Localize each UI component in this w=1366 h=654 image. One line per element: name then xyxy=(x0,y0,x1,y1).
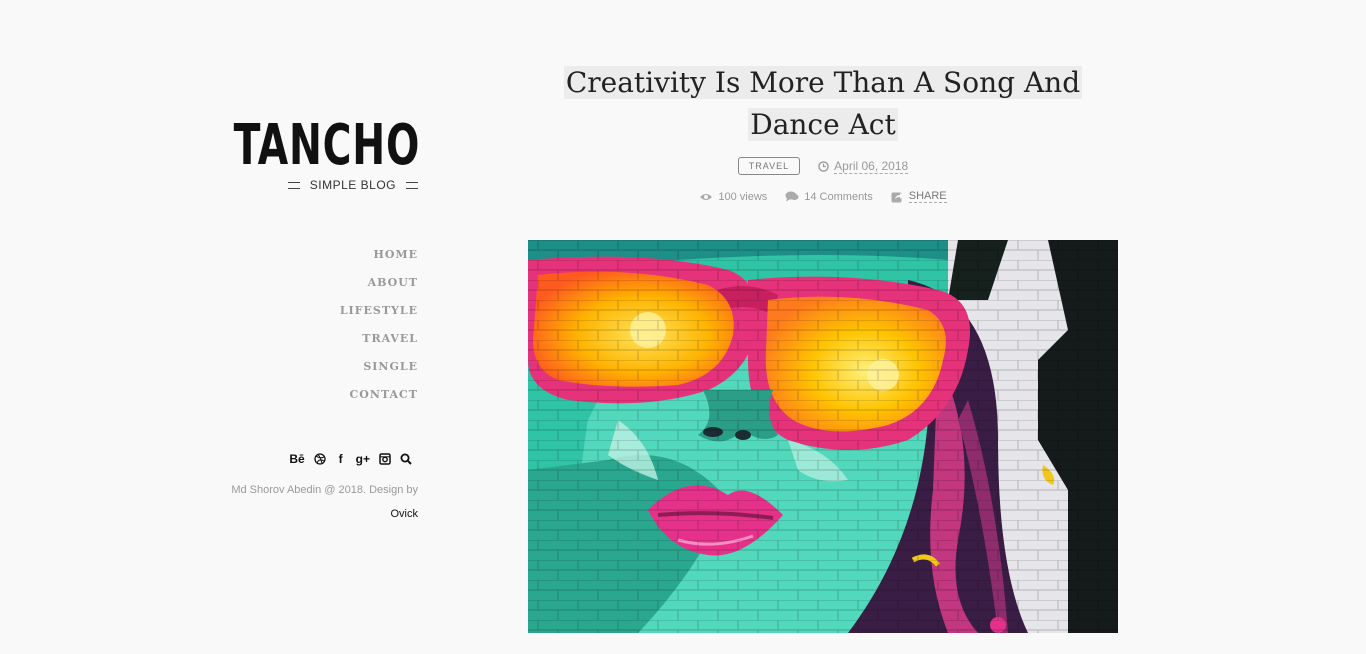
nav-travel[interactable]: TRAVEL xyxy=(340,330,418,358)
post-title-wrap: Creativity Is More Than A Song And Dance… xyxy=(528,62,1118,146)
behance-icon[interactable]: Bē xyxy=(289,452,304,466)
post-meta-secondary: 100 views 14 Comments SHARE xyxy=(528,190,1118,203)
comments-count[interactable]: 14 Comments xyxy=(785,191,873,203)
views-count: 100 views xyxy=(699,191,767,203)
tagline-text: SIMPLE BLOG xyxy=(309,178,396,192)
credit-text: Md Shorov Abedin @ 2018. Design by xyxy=(231,484,418,496)
nav-contact[interactable]: CONTACT xyxy=(340,386,418,414)
post-meta-primary: TRAVEL April 06, 2018 xyxy=(528,157,1118,175)
nav-lifestyle[interactable]: LIFESTYLE xyxy=(340,302,418,330)
nav-about[interactable]: ABOUT xyxy=(340,274,418,302)
tagline-dash-left xyxy=(287,181,300,189)
post-date-text[interactable]: April 06, 2018 xyxy=(834,159,909,174)
share-action[interactable]: SHARE xyxy=(891,190,947,203)
sidebar: TANCHO SIMPLE BLOG HOME ABOUT LIFESTYLE … xyxy=(200,0,420,654)
post-title[interactable]: Creativity Is More Than A Song And Dance… xyxy=(563,66,1083,141)
social-links: Bē f g+ xyxy=(289,452,412,466)
credit-author-link[interactable]: Ovick xyxy=(231,502,419,526)
main-nav: HOME ABOUT LIFESTYLE TRAVEL SINGLE CONTA… xyxy=(340,246,418,414)
site-tagline: SIMPLE BLOG xyxy=(287,178,418,192)
eye-icon xyxy=(700,193,713,200)
search-icon[interactable] xyxy=(400,453,412,465)
nav-single[interactable]: SINGLE xyxy=(340,358,418,386)
tagline-dash-right xyxy=(406,181,418,189)
instagram-icon[interactable] xyxy=(379,453,391,465)
post-featured-image xyxy=(528,240,1118,633)
graffiti-artwork xyxy=(528,240,1118,633)
footer-credit: Md Shorov Abedin @ 2018. Design by Ovick xyxy=(231,478,418,526)
site-logo[interactable]: TANCHO xyxy=(233,114,420,178)
nav-home[interactable]: HOME xyxy=(340,246,418,274)
clock-icon xyxy=(818,160,829,172)
dribbble-icon[interactable] xyxy=(314,453,326,465)
google-plus-icon[interactable]: g+ xyxy=(356,452,370,466)
facebook-icon[interactable]: f xyxy=(335,452,347,466)
post-date: April 06, 2018 xyxy=(818,159,909,174)
comment-icon xyxy=(785,191,799,202)
comments-text[interactable]: 14 Comments xyxy=(804,191,872,203)
post-main: Creativity Is More Than A Song And Dance… xyxy=(528,0,1118,654)
views-text: 100 views xyxy=(718,190,768,203)
category-badge[interactable]: TRAVEL xyxy=(737,157,801,175)
share-icon xyxy=(891,192,904,202)
share-text[interactable]: SHARE xyxy=(908,190,947,203)
